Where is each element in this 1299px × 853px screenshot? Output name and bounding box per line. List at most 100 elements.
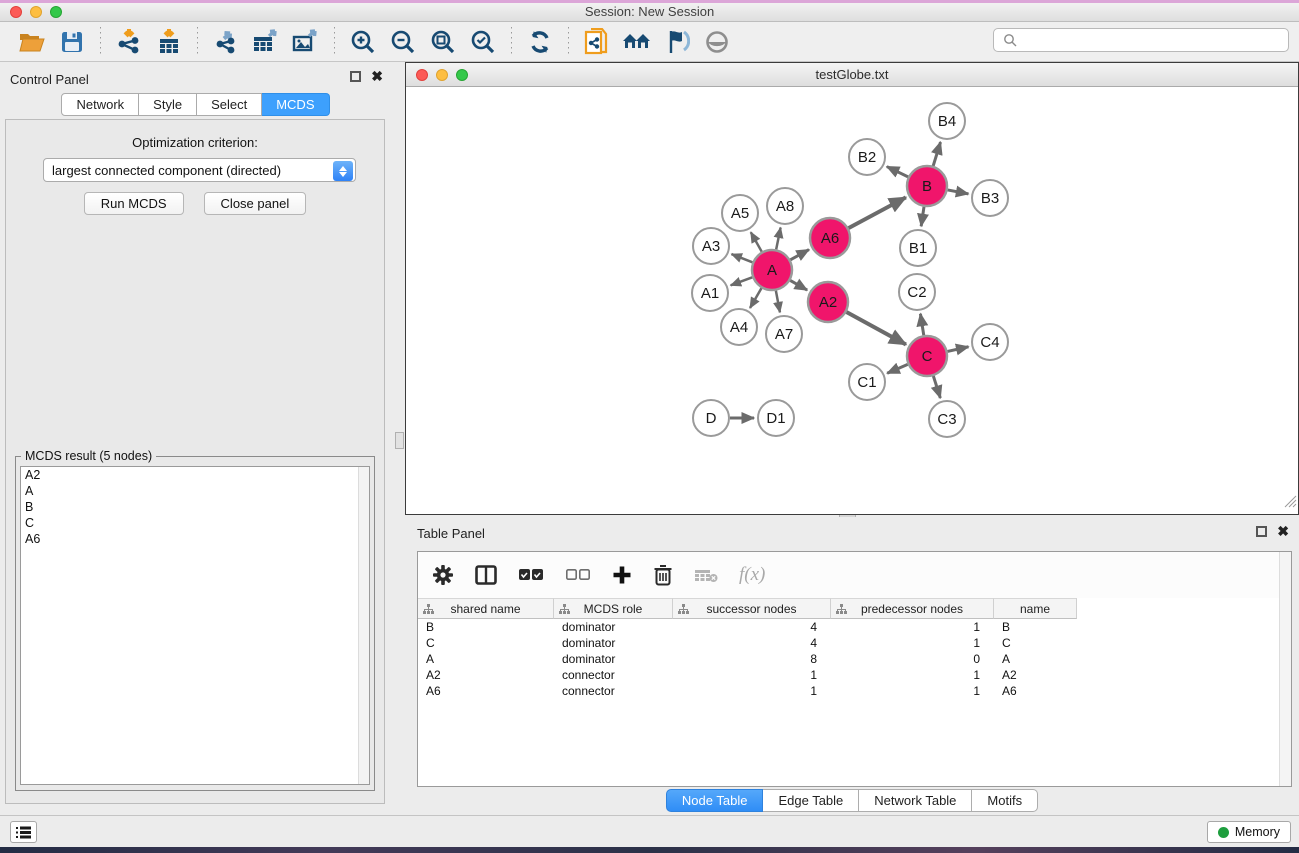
export-network-icon[interactable]	[211, 27, 241, 57]
zoom-selected-icon[interactable]	[468, 27, 498, 57]
float-panel-icon[interactable]	[350, 71, 361, 82]
scrollbar-track[interactable]	[1279, 552, 1291, 786]
minimize-window-button[interactable]	[30, 6, 42, 18]
close-panel-icon[interactable]: ✖	[371, 71, 383, 82]
table-cell[interactable]: connector	[554, 683, 673, 699]
select-all-icon[interactable]	[518, 568, 544, 582]
table-row[interactable]: Cdominator41C	[418, 635, 1279, 651]
node-B1[interactable]: B1	[900, 230, 936, 266]
tab-node-table[interactable]: Node Table	[666, 789, 764, 812]
table-cell[interactable]: A2	[994, 667, 1077, 683]
mcds-result-item[interactable]: A6	[21, 531, 369, 547]
save-session-icon[interactable]	[57, 27, 87, 57]
task-history-button[interactable]	[10, 821, 37, 843]
edge-C-C4[interactable]	[947, 347, 968, 352]
table-cell[interactable]: A	[994, 651, 1077, 667]
edge-A-A7[interactable]	[776, 291, 780, 313]
close-panel-icon[interactable]: ✖	[1277, 526, 1289, 537]
node-C3[interactable]: C3	[929, 401, 965, 437]
import-table-icon[interactable]	[154, 27, 184, 57]
flag-icon[interactable]	[662, 27, 692, 57]
edge-A-A3[interactable]	[731, 254, 752, 262]
table-row[interactable]: Adominator80A	[418, 651, 1279, 667]
node-A1[interactable]: A1	[692, 275, 728, 311]
refresh-icon[interactable]	[525, 27, 555, 57]
table-cell[interactable]: B	[418, 619, 554, 635]
node-A4[interactable]: A4	[721, 309, 757, 345]
zoom-out-icon[interactable]	[388, 27, 418, 57]
table-row[interactable]: A6connector11A6	[418, 683, 1279, 699]
open-file-icon[interactable]	[17, 27, 47, 57]
zoom-window-button[interactable]	[50, 6, 62, 18]
column-header-shared-name[interactable]: shared name	[418, 598, 554, 619]
node-A6[interactable]: A6	[810, 218, 850, 258]
criterion-select[interactable]: largest connected component (directed)	[43, 158, 356, 182]
table-cell[interactable]: 1	[831, 667, 994, 683]
edge-B-B4[interactable]	[933, 142, 940, 166]
zoom-in-icon[interactable]	[348, 27, 378, 57]
node-C2[interactable]: C2	[899, 274, 935, 310]
close-window-button[interactable]	[10, 6, 22, 18]
node-A5[interactable]: A5	[722, 195, 758, 231]
table-cell[interactable]: dominator	[554, 619, 673, 635]
minimize-window-button[interactable]	[436, 69, 448, 81]
table-cell[interactable]: 8	[673, 651, 831, 667]
table-cell[interactable]: 1	[831, 619, 994, 635]
node-C[interactable]: C	[907, 336, 947, 376]
columns-icon[interactable]	[475, 565, 497, 585]
table-cell[interactable]: C	[418, 635, 554, 651]
close-window-button[interactable]	[416, 69, 428, 81]
table-cell[interactable]: 4	[673, 619, 831, 635]
deselect-all-icon[interactable]	[565, 568, 591, 582]
session-document-icon[interactable]	[582, 27, 612, 57]
table-cell[interactable]: C	[994, 635, 1077, 651]
trash-icon[interactable]	[653, 564, 673, 586]
node-A2[interactable]: A2	[808, 282, 848, 322]
float-panel-icon[interactable]	[1256, 526, 1267, 537]
close-panel-button[interactable]: Close panel	[204, 192, 307, 215]
import-network-icon[interactable]	[114, 27, 144, 57]
scrollbar-track[interactable]	[358, 467, 369, 784]
edge-A-A8[interactable]	[776, 228, 780, 250]
table-cell[interactable]: connector	[554, 667, 673, 683]
zoom-fit-icon[interactable]	[428, 27, 458, 57]
network-canvas[interactable]: B4B2BB3A8A5A6A3B1AA1C2A2A4A7C4CC1C3DD1	[406, 87, 1298, 514]
node-C1[interactable]: C1	[849, 364, 885, 400]
edge-A-A6[interactable]	[790, 250, 809, 260]
export-table-icon[interactable]	[251, 27, 281, 57]
table-cell[interactable]: B	[994, 619, 1077, 635]
tab-style[interactable]: Style	[139, 93, 197, 116]
table-cell[interactable]: A6	[994, 683, 1077, 699]
tab-motifs[interactable]: Motifs	[972, 789, 1038, 812]
table-cell[interactable]: 1	[831, 683, 994, 699]
mcds-result-item[interactable]: A2	[21, 467, 369, 483]
edge-C-C1[interactable]	[887, 364, 908, 373]
tab-edge-table[interactable]: Edge Table	[763, 789, 859, 812]
tab-mcds[interactable]: MCDS	[262, 93, 329, 116]
edge-B-B2[interactable]	[887, 167, 908, 177]
table-cell[interactable]: A6	[418, 683, 554, 699]
eye-icon[interactable]	[702, 27, 732, 57]
node-A8[interactable]: A8	[767, 188, 803, 224]
table-cell[interactable]: 4	[673, 635, 831, 651]
network-window-titlebar[interactable]: testGlobe.txt	[406, 63, 1298, 87]
node-table[interactable]: shared nameMCDS rolesuccessor nodesprede…	[418, 598, 1279, 699]
mcds-result-item[interactable]: B	[21, 499, 369, 515]
edge-A-A5[interactable]	[751, 232, 762, 252]
edge-B-B3[interactable]	[948, 190, 969, 194]
node-B4[interactable]: B4	[929, 103, 965, 139]
gear-icon[interactable]	[432, 564, 454, 586]
table-cell[interactable]: 1	[673, 683, 831, 699]
tab-network-table[interactable]: Network Table	[859, 789, 972, 812]
edge-B-B1[interactable]	[921, 207, 924, 226]
vertical-splitter-handle[interactable]	[395, 432, 404, 449]
table-row[interactable]: A2connector11A2	[418, 667, 1279, 683]
node-D[interactable]: D	[693, 400, 729, 436]
run-mcds-button[interactable]: Run MCDS	[84, 192, 184, 215]
edge-A-A2[interactable]	[790, 280, 807, 290]
edge-A-A4[interactable]	[750, 288, 761, 308]
node-A[interactable]: A	[752, 250, 792, 290]
node-B[interactable]: B	[907, 166, 947, 206]
search-input[interactable]	[993, 28, 1289, 52]
memory-button[interactable]: Memory	[1207, 821, 1291, 843]
